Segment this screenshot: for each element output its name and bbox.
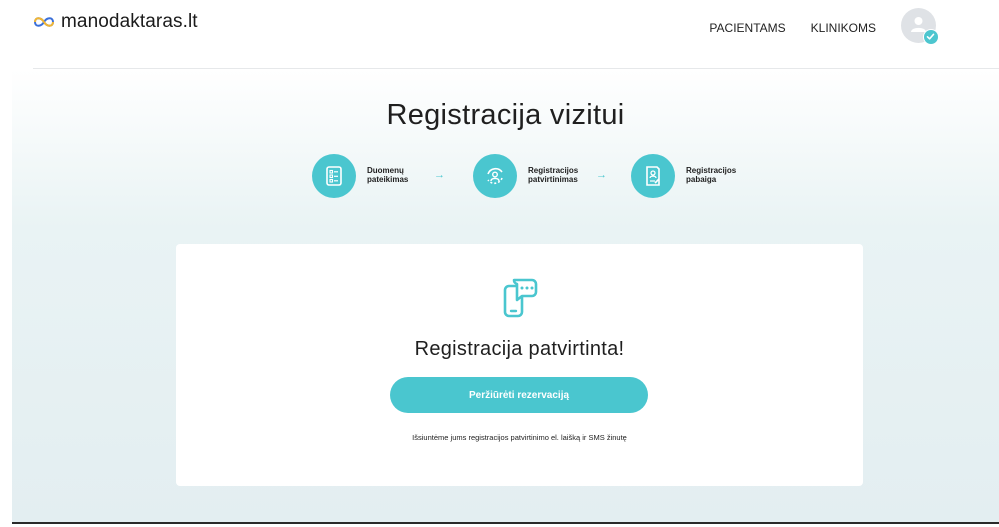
confirmation-title: Registracija patvirtinta! xyxy=(414,338,625,360)
step-1-circle xyxy=(312,154,356,198)
user-refresh-icon xyxy=(487,167,503,185)
verified-badge xyxy=(923,29,939,45)
logo-text: manodaktaras.lt xyxy=(61,11,198,32)
form-list-icon xyxy=(326,166,342,186)
nav-link-pacientams[interactable]: PACIENTAMS xyxy=(709,21,785,35)
confirmation-card: Registracija patvirtinta! Peržiūrėti rez… xyxy=(176,244,863,486)
page-title: Registracija vizitui xyxy=(386,99,625,131)
view-reservation-button[interactable]: Peržiūrėti rezervaciją xyxy=(390,377,648,413)
step-3-label: Registracijos pabaiga xyxy=(686,166,737,184)
step-2-circle xyxy=(473,154,517,198)
step-arrow-icon: → xyxy=(596,169,607,181)
check-icon xyxy=(926,33,934,40)
nav-link-klinikoms[interactable]: KLINIKOMS xyxy=(811,21,876,35)
document-pen-icon xyxy=(646,166,660,186)
bottom-border xyxy=(12,522,999,524)
top-header: manodaktaras.lt PACIENTAMS KLINIKOMS xyxy=(0,0,999,68)
logo[interactable]: manodaktaras.lt xyxy=(33,11,198,33)
confirmation-note: Išsiuntėme jums registracijos patvirtini… xyxy=(412,433,627,442)
step-3-circle xyxy=(631,154,675,198)
main-nav: PACIENTAMS KLINIKOMS xyxy=(709,0,999,56)
card-icon-wrap xyxy=(500,276,540,323)
infinity-logo-icon xyxy=(33,17,55,27)
main-content: Registracija vizitui Duomenų pateikimas … xyxy=(12,69,999,522)
phone-chat-icon xyxy=(503,278,538,318)
user-avatar[interactable] xyxy=(901,8,939,45)
step-arrow-icon: → xyxy=(434,169,445,181)
